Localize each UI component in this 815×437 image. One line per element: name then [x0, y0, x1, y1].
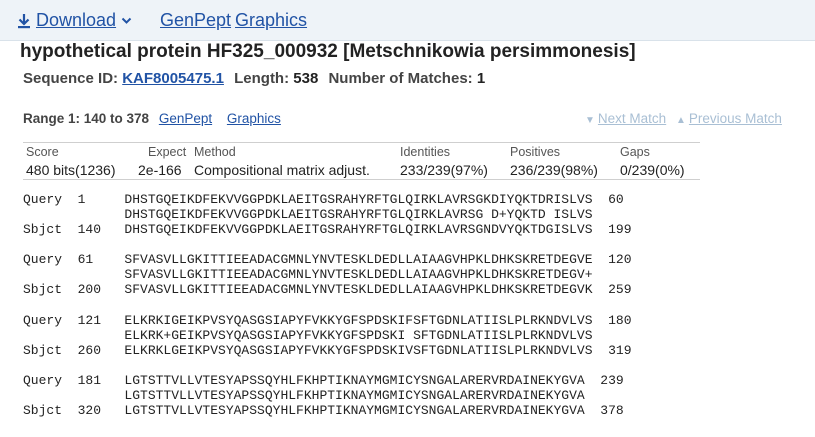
match-line: ELKRK+GEIKPVSYQASGSIAPYFVKKYGFSPDSKI SFT…: [23, 328, 593, 343]
range-genpept-link[interactable]: GenPept: [159, 111, 212, 126]
stats-col-gaps: Gaps 0/239(0%): [620, 145, 685, 178]
alignment-block: Query 181 LGTSTTVLLVTESYAPSSQYHLFKHPTIKN…: [23, 373, 624, 418]
alignment-stats-table: Score 480 bits(1236) Expect 2e-166 Metho…: [23, 142, 700, 180]
stats-col-identities: Identities 233/239(97%): [400, 145, 488, 178]
match-line: LGTSTTVLLVTESYAPSSQYHLFKHPTIKNAYMGMICYSN…: [23, 388, 585, 403]
page-title: hypothetical protein HF325_000932 [Metsc…: [20, 41, 636, 62]
stats-header: Method: [194, 145, 236, 159]
length-label: Length:: [234, 70, 290, 87]
previous-match-label: Previous Match: [688, 111, 782, 126]
graphics-link[interactable]: Graphics: [235, 10, 307, 31]
alignment-block: Query 121 ELKRKIGEIKPVSYQASGSIAPYFVKKYGF…: [23, 313, 632, 358]
query-line: Query 61 SFVASVLLGKITTIEEADACGMNLYNVTESK…: [23, 252, 632, 267]
alignment-block: Query 61 SFVASVLLGKITTIEEADACGMNLYNVTESK…: [23, 252, 632, 297]
stats-value: 233/239(97%): [400, 162, 488, 178]
genpept-link[interactable]: GenPept: [160, 10, 231, 31]
alignment-block: Query 1 DHSTGQEIKDFEKVVGGPDKLAEITGSRAHYR…: [23, 192, 632, 237]
triangle-down-icon: ▼: [585, 115, 595, 126]
download-icon: [17, 13, 31, 29]
stats-col-positives: Positives 236/239(98%): [510, 145, 598, 178]
range-graphics-link[interactable]: Graphics: [227, 111, 281, 126]
chevron-down-icon: [121, 17, 132, 25]
stats-header: Gaps: [620, 145, 650, 159]
range-label: Range 1: 140 to 378: [23, 111, 150, 126]
record-meta: Sequence ID: KAF8005475.1 Length: 538 Nu…: [23, 70, 485, 87]
stats-header: Expect: [148, 145, 187, 159]
sbjct-line: Sbjct 200 SFVASVLLGKITTIEEADACGMNLYNVTES…: [23, 282, 632, 297]
stats-col-method: Method Compositional matrix adjust.: [194, 145, 370, 178]
matches-value: 1: [476, 70, 486, 87]
sequence-id-label: Sequence ID:: [23, 70, 119, 87]
stats-value: 0/239(0%): [620, 162, 685, 178]
sequence-id-link[interactable]: KAF8005475.1: [122, 70, 224, 87]
stats-value: 2e-166: [138, 162, 182, 178]
match-line: DHSTGQEIKDFEKVVGGPDKLAEITGSRAHYRFTGLQIRK…: [23, 207, 593, 222]
match-line: SFVASVLLGKITTIEEADACGMNLYNVTESKLDEDLLAIA…: [23, 267, 593, 282]
stats-value: 236/239(98%): [510, 162, 598, 178]
query-line: Query 1 DHSTGQEIKDFEKVVGGPDKLAEITGSRAHYR…: [23, 192, 624, 207]
stats-header: Score: [26, 145, 59, 159]
length-value: 538: [293, 70, 319, 87]
stats-value: Compositional matrix adjust.: [194, 162, 370, 178]
sbjct-line: Sbjct 260 ELKRKLGEIKPVSYQASGSIAPYFVKKYGF…: [23, 343, 632, 358]
sbjct-line: Sbjct 140 DHSTGQEIKDFEKVVGGPDKLAEITGSRAH…: [23, 222, 632, 237]
query-line: Query 181 LGTSTTVLLVTESYAPSSQYHLFKHPTIKN…: [23, 373, 624, 388]
download-menu-button[interactable]: Download: [17, 10, 132, 31]
stats-col-score: Score 480 bits(1236): [26, 145, 116, 178]
stats-value: 480 bits(1236): [26, 162, 116, 178]
stats-header: Positives: [510, 145, 561, 159]
sbjct-line: Sbjct 320 LGTSTTVLLVTESYAPSSQYHLFKHPTIKN…: [23, 403, 624, 418]
stats-col-expect: Expect 2e-166: [138, 145, 186, 178]
previous-match-link[interactable]: ▲ Previous Match: [676, 111, 782, 126]
range-header: Range 1: 140 to 378 GenPept Graphics: [23, 111, 281, 126]
triangle-up-icon: ▲: [676, 115, 686, 126]
query-line: Query 121 ELKRKIGEIKPVSYQASGSIAPYFVKKYGF…: [23, 313, 632, 328]
next-match-link[interactable]: ▼ Next Match: [585, 111, 666, 126]
matches-label: Number of Matches:: [328, 70, 473, 87]
next-match-label: Next Match: [597, 111, 667, 126]
download-label: Download: [36, 10, 117, 30]
stats-header: Identities: [400, 145, 451, 159]
toolbar: Download GenPept Graphics: [0, 0, 815, 41]
